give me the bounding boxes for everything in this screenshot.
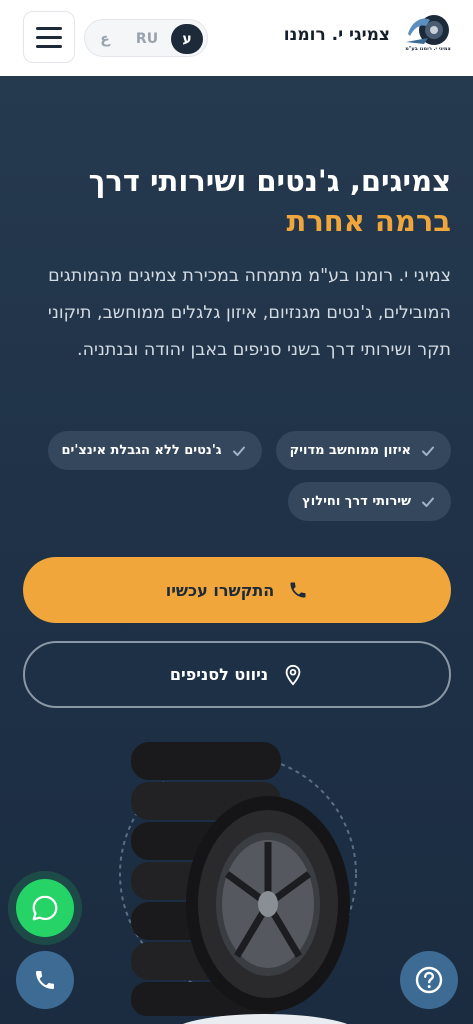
hero-title: צמיגים, ג'נטים ושירותי דרך ברמה אחרת <box>21 161 451 241</box>
help-button[interactable] <box>400 951 458 1009</box>
feature-chip: ג'נטים ללא הגבלת אינצ'ים <box>47 431 262 470</box>
brand-name[interactable]: צמיגי י. רומנו <box>284 25 390 53</box>
location-pin-icon <box>285 664 301 686</box>
feature-chip-label: איזון ממוחשב מדויק <box>289 443 411 458</box>
phone-icon <box>36 971 54 989</box>
lang-option-he[interactable]: ע <box>171 24 203 54</box>
hero-title-line2: ברמה אחרת <box>286 204 451 238</box>
lang-option-ar[interactable]: ع <box>95 24 115 54</box>
brand-logo[interactable]: צמיגי י. רומנו בע"מ <box>404 12 452 62</box>
tire-stack-image <box>119 742 357 1016</box>
feature-chip-label: שירותי דרך וחילוץ <box>302 494 411 509</box>
site-header: ع RU ע צמיגי י. רומנו צמיגי י. רומנו בע"… <box>0 0 473 76</box>
shark-tire-logo-icon <box>406 15 449 45</box>
feature-chip: איזון ממוחשב מדויק <box>275 431 451 470</box>
logo-text: צמיגי י. רומנו בע"מ <box>405 46 451 52</box>
feature-chip-label: ג'נטים ללא הגבלת אינצ'ים <box>61 443 222 458</box>
language-switcher: ع RU ע <box>84 19 208 57</box>
call-now-label: התקשרו עכשיו <box>165 580 275 600</box>
check-icon <box>232 446 245 456</box>
lang-option-ru[interactable]: RU <box>133 24 161 54</box>
phone-icon <box>290 582 306 598</box>
navigate-branches-label: ניווט לסניפים <box>169 665 269 684</box>
feature-chips: איזון ממוחשב מדויק ג'נטים ללא הגבלת אינצ… <box>21 431 451 521</box>
feature-chip: שירותי דרך וחילוץ <box>288 482 451 521</box>
hamburger-icon-bar <box>36 26 62 30</box>
hamburger-icon-bar <box>36 44 62 48</box>
menu-button[interactable] <box>23 11 75 63</box>
phone-float-button[interactable] <box>16 951 74 1009</box>
front-tire-icon <box>186 796 350 1012</box>
whatsapp-icon <box>32 895 58 921</box>
whatsapp-button[interactable] <box>16 879 74 937</box>
help-icon <box>415 966 443 994</box>
hero-title-line1: צמיגים, ג'נטים ושירותי דרך <box>88 164 451 198</box>
call-now-button[interactable]: התקשרו עכשיו <box>23 557 451 623</box>
navigate-branches-button[interactable]: ניווט לסניפים <box>23 641 451 708</box>
check-icon <box>422 446 434 456</box>
hero-description: צמיגי י. רומנו בע"מ מתמחה במכירת צמיגים … <box>47 266 451 360</box>
hamburger-icon-bar <box>36 35 62 39</box>
check-icon <box>422 497 434 507</box>
